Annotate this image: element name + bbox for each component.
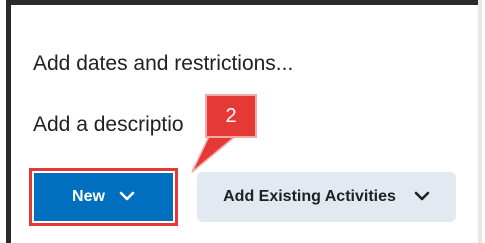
frame-top-border [6, 0, 478, 5]
chevron-down-icon [119, 188, 135, 206]
add-description-link[interactable]: Add a descriptio [33, 113, 184, 137]
frame-right-border [478, 0, 482, 243]
frame-left-border [6, 0, 11, 243]
add-dates-restrictions-link[interactable]: Add dates and restrictions... [33, 52, 293, 76]
add-existing-activities-label: Add Existing Activities [223, 188, 396, 205]
chevron-down-icon [414, 188, 430, 206]
step-callout-badge: 2 [205, 94, 257, 138]
new-button[interactable]: New [29, 168, 178, 226]
step-number: 2 [225, 104, 237, 127]
new-button-label: New [72, 188, 105, 205]
